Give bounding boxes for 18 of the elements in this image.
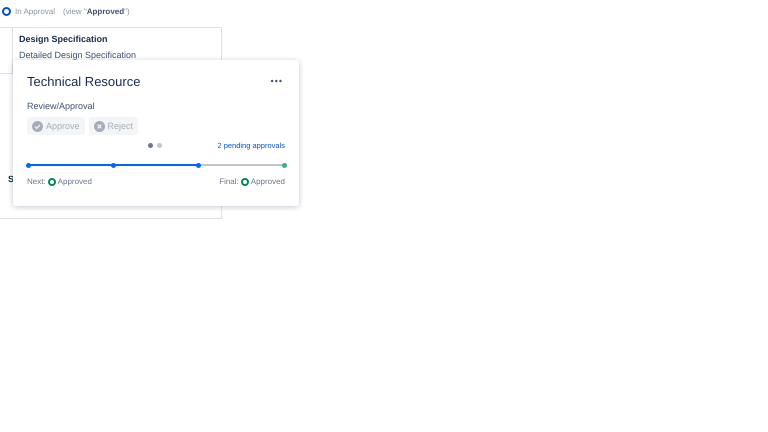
page-dot[interactable] — [148, 143, 153, 148]
final-label: Final: — [219, 177, 239, 186]
cross-icon — [94, 120, 105, 132]
panel-heading: Design Specification — [19, 34, 109, 44]
check-icon — [32, 120, 43, 132]
panel-subtitle: Detailed Design Specification — [19, 50, 138, 60]
section-label: Review/Approval — [27, 101, 96, 111]
status-icon — [48, 178, 56, 186]
more-button[interactable]: ••• — [268, 76, 285, 86]
page-dot[interactable] — [157, 143, 162, 148]
final-status: Approved — [250, 177, 285, 186]
card-title: Technical Resource — [27, 74, 140, 88]
next-status: Approved — [58, 177, 92, 186]
view-text: (view "Approved") — [63, 6, 130, 16]
status-icon — [240, 178, 249, 186]
status-label: In Approval — [15, 6, 56, 16]
status-icon — [2, 6, 11, 16]
next-label: Next: — [27, 177, 46, 186]
